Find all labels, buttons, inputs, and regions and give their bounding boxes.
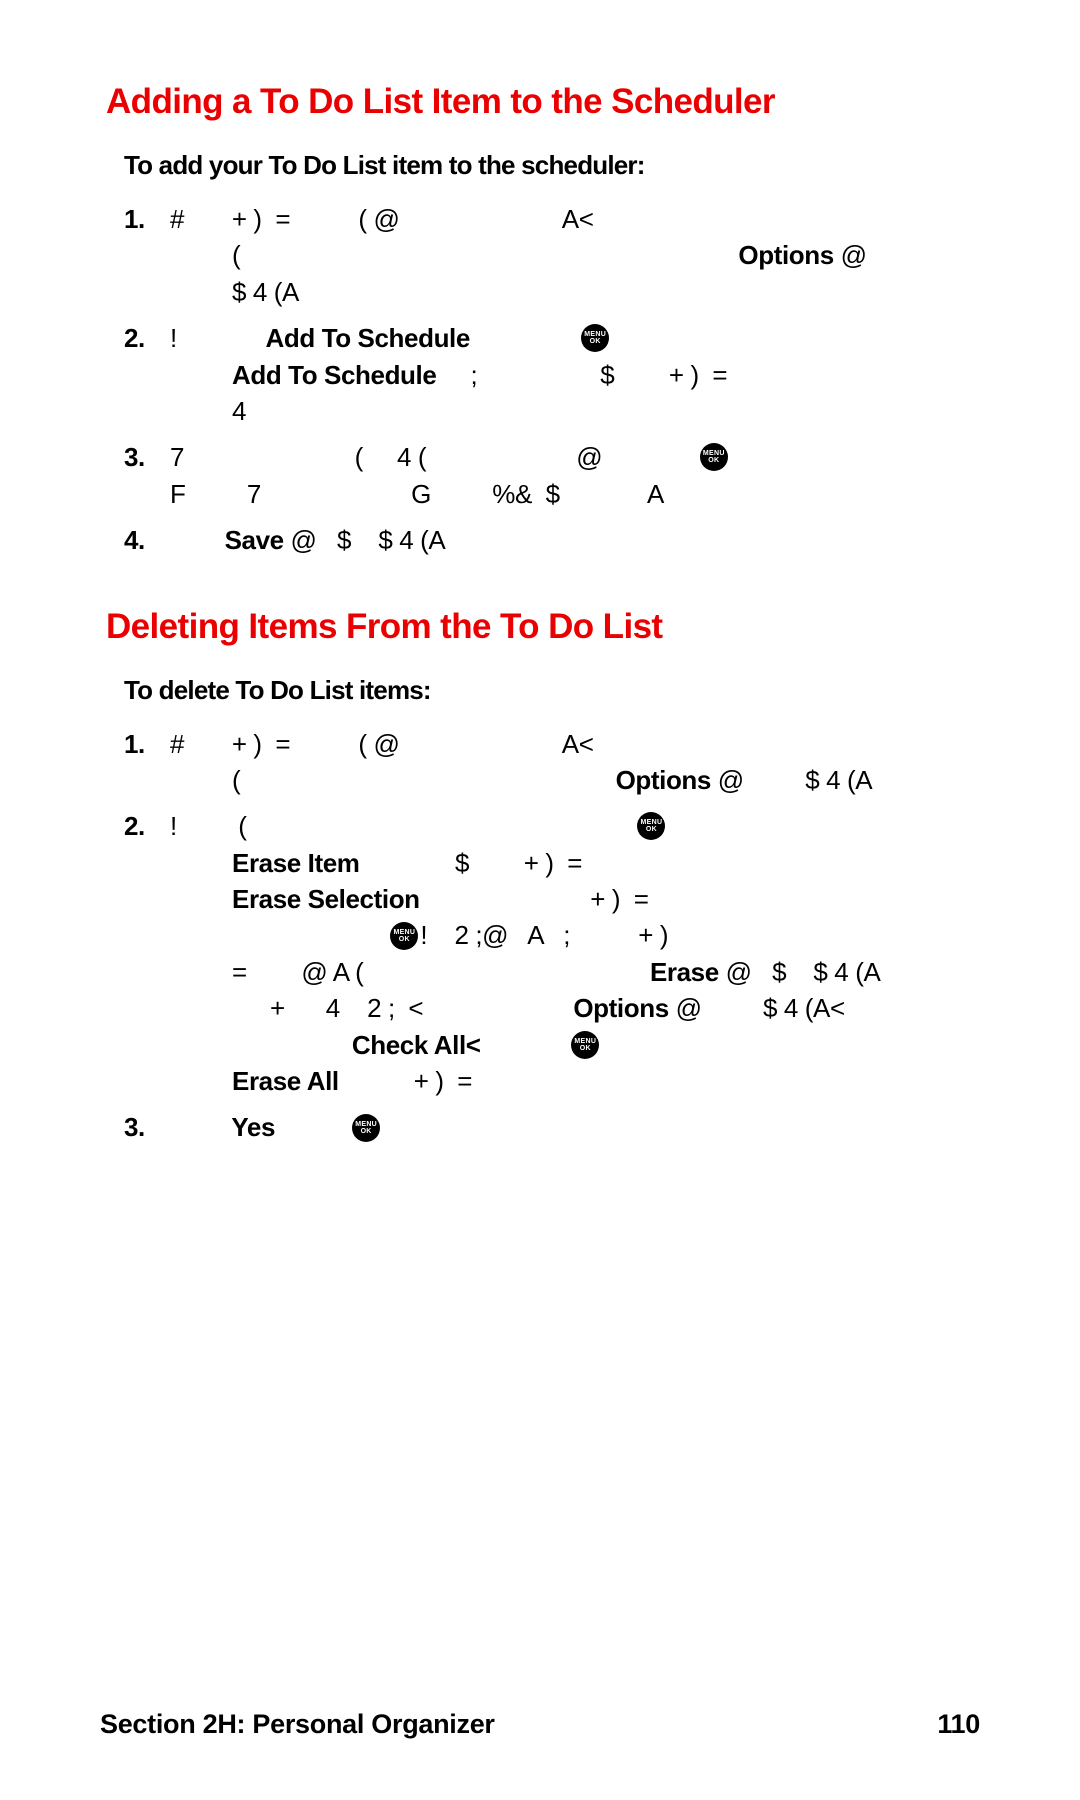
step-line: MENUOK! 2 ;@ A ; + ) xyxy=(170,917,990,953)
list-item: 2. ! Add To Schedule MENUOK Add To Sched… xyxy=(124,320,990,429)
step-number: 1. xyxy=(124,726,170,799)
menu-ok-icon: MENUOK xyxy=(581,324,609,352)
menu-ok-icon: MENUOK xyxy=(352,1114,380,1142)
steps-adding: 1. # + ) = ( @ A< ( Options @ $ 4 (A xyxy=(124,201,990,559)
heading-deleting: Deleting Items From the To Do List xyxy=(106,607,990,647)
step-line: Yes MENUOK xyxy=(170,1109,990,1145)
text-fragment: = @ A ( xyxy=(232,957,650,987)
step-line: 4 xyxy=(170,393,990,429)
text-fragment xyxy=(170,920,388,950)
label-save: Save xyxy=(225,525,284,555)
label-options: Options xyxy=(738,240,833,270)
text-fragment: @ $ 4 (A< xyxy=(669,993,845,1023)
label-erase-all: Erase All xyxy=(232,1066,339,1096)
list-item: 2. ! ( MENUOK Erase Item $ + ) = xyxy=(124,808,990,1099)
text-fragment: ! ( xyxy=(170,811,635,841)
text-fragment xyxy=(270,1030,352,1060)
label-options: Options xyxy=(616,765,711,795)
subtitle-adding: To add your To Do List item to the sched… xyxy=(124,150,990,181)
label-options: Options xyxy=(573,993,668,1023)
text-fragment: + ) = xyxy=(339,1066,472,1096)
text-fragment xyxy=(170,1112,231,1142)
step-line: + 4 2 ; < Options @ $ 4 (A< xyxy=(170,990,990,1026)
text-fragment: @ $ $ 4 (A xyxy=(284,525,446,555)
step-number: 2. xyxy=(124,808,170,1099)
label-erase: Erase xyxy=(650,957,719,987)
text-fragment xyxy=(170,525,225,555)
step-number: 3. xyxy=(124,1109,170,1145)
step-line: Erase All + ) = xyxy=(170,1063,990,1099)
text-fragment: ( xyxy=(232,240,738,270)
step-line: Check All< MENUOK xyxy=(170,1027,990,1063)
menu-ok-icon: MENUOK xyxy=(700,443,728,471)
step-line: Erase Item $ + ) = xyxy=(170,845,990,881)
step-body: 7 ( 4 ( @ MENUOK F 7 G %& $ A xyxy=(170,439,990,512)
menu-ok-icon: MENUOK xyxy=(637,812,665,840)
step-line: $ 4 (A xyxy=(170,274,990,310)
step-line: 7 ( 4 ( @ MENUOK xyxy=(170,439,990,475)
text-fragment: $ + ) = xyxy=(360,848,582,878)
text-fragment: @ $ 4 (A xyxy=(711,765,872,795)
text-fragment xyxy=(275,1112,350,1142)
footer: Section 2H: Personal Organizer 110 xyxy=(100,1709,980,1740)
step-line: = @ A ( Erase @ $ $ 4 (A xyxy=(170,954,990,990)
text-fragment xyxy=(481,1030,570,1060)
footer-section: Section 2H: Personal Organizer xyxy=(100,1709,495,1740)
label-check-all: Check All< xyxy=(352,1030,481,1060)
step-body: ! ( MENUOK Erase Item $ + ) = Erase Sele… xyxy=(170,808,990,1099)
text-fragment: ( xyxy=(232,765,616,795)
text-fragment: ! 2 ;@ A ; + ) xyxy=(420,920,668,950)
step-line: ( Options @ xyxy=(170,237,990,273)
list-item: 1. # + ) = ( @ A< ( Options @ $ 4 (A xyxy=(124,201,990,310)
label-add-to-schedule: Add To Schedule xyxy=(266,323,470,353)
steps-deleting: 1. # + ) = ( @ A< ( Options @ $ 4 (A xyxy=(124,726,990,1146)
step-line: ! ( MENUOK xyxy=(170,808,990,844)
step-line: Erase Selection + ) = xyxy=(170,881,990,917)
label-add-to-schedule: Add To Schedule xyxy=(232,360,436,390)
step-line: Save @ $ $ 4 (A xyxy=(170,522,990,558)
step-body: Save @ $ $ 4 (A xyxy=(170,522,990,558)
step-line: ! Add To Schedule MENUOK xyxy=(170,320,990,356)
page: Adding a To Do List Item to the Schedule… xyxy=(0,0,1080,1800)
text-fragment xyxy=(470,323,579,353)
label-erase-selection: Erase Selection xyxy=(232,884,420,914)
text-fragment: @ $ $ 4 (A xyxy=(719,957,881,987)
step-body: # + ) = ( @ A< ( Options @ $ 4 (A xyxy=(170,201,990,310)
text-fragment: @ xyxy=(834,240,867,270)
step-line: ( Options @ $ 4 (A xyxy=(170,762,990,798)
list-item: 4. Save @ $ $ 4 (A xyxy=(124,522,990,558)
page-number: 110 xyxy=(937,1709,980,1740)
label-erase-item: Erase Item xyxy=(232,848,360,878)
text-fragment: + 4 2 ; < xyxy=(270,993,573,1023)
step-number: 4. xyxy=(124,522,170,558)
text-fragment: 7 ( 4 ( @ xyxy=(170,442,698,472)
step-number: 2. xyxy=(124,320,170,429)
step-body: Yes MENUOK xyxy=(170,1109,990,1145)
step-line: # + ) = ( @ A< xyxy=(170,201,990,237)
step-line: # + ) = ( @ A< xyxy=(170,726,990,762)
text-fragment: ! xyxy=(170,323,266,353)
subtitle-deleting: To delete To Do List items: xyxy=(124,675,990,706)
list-item: 3. 7 ( 4 ( @ MENUOK F 7 G %& $ A xyxy=(124,439,990,512)
step-number: 1. xyxy=(124,201,170,310)
text-fragment: ; $ + ) = xyxy=(436,360,727,390)
text-fragment: + ) = xyxy=(420,884,649,914)
menu-ok-icon: MENUOK xyxy=(571,1031,599,1059)
step-body: ! Add To Schedule MENUOK Add To Schedule… xyxy=(170,320,990,429)
list-item: 1. # + ) = ( @ A< ( Options @ $ 4 (A xyxy=(124,726,990,799)
step-number: 3. xyxy=(124,439,170,512)
step-body: # + ) = ( @ A< ( Options @ $ 4 (A xyxy=(170,726,990,799)
heading-adding: Adding a To Do List Item to the Schedule… xyxy=(106,82,990,122)
list-item: 3. Yes MENUOK xyxy=(124,1109,990,1145)
step-line: Add To Schedule ; $ + ) = xyxy=(170,357,990,393)
menu-ok-icon: MENUOK xyxy=(390,922,418,950)
step-line: F 7 G %& $ A xyxy=(170,476,990,512)
label-yes: Yes xyxy=(231,1112,275,1142)
